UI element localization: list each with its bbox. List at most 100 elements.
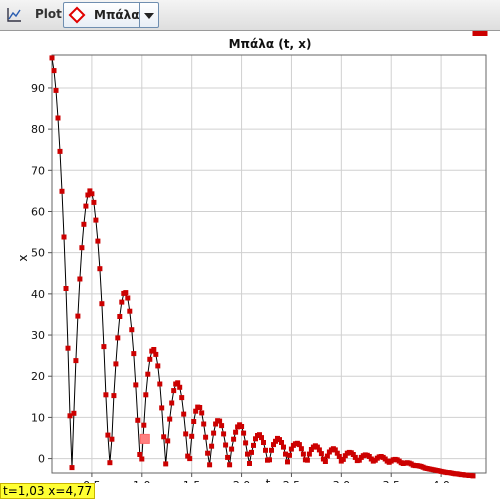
data-point[interactable] <box>177 384 183 390</box>
data-point[interactable] <box>157 381 163 387</box>
data-point[interactable] <box>91 199 97 205</box>
data-point[interactable] <box>306 451 312 457</box>
data-point[interactable] <box>470 473 476 479</box>
data-point[interactable] <box>191 419 197 424</box>
data-point[interactable] <box>139 456 145 462</box>
data-point[interactable] <box>119 299 125 305</box>
data-point[interactable] <box>181 411 187 417</box>
data-point[interactable] <box>113 361 119 367</box>
data-point[interactable] <box>77 276 83 282</box>
data-point[interactable] <box>233 429 239 435</box>
data-point[interactable] <box>153 351 159 357</box>
data-point[interactable] <box>57 148 63 154</box>
data-point[interactable] <box>59 188 65 194</box>
data-point[interactable] <box>95 238 101 244</box>
data-point[interactable] <box>89 191 95 197</box>
data-point[interactable] <box>125 295 131 301</box>
data-point[interactable] <box>111 393 117 399</box>
data-point[interactable] <box>243 440 249 446</box>
data-point[interactable] <box>55 115 61 121</box>
data-point[interactable] <box>175 380 181 386</box>
data-point[interactable] <box>267 457 272 463</box>
chart-axes-icon[interactable] <box>6 7 22 23</box>
data-point[interactable] <box>304 457 310 463</box>
data-point[interactable] <box>322 459 328 464</box>
data-point[interactable] <box>217 418 223 424</box>
data-point[interactable] <box>117 314 123 319</box>
data-point[interactable] <box>83 203 89 209</box>
data-point[interactable] <box>239 424 245 429</box>
chart[interactable]: Μπάλα (t, x) 0,51,01,52,02,53,03,54,0 01… <box>0 31 500 483</box>
data-point[interactable] <box>143 392 149 398</box>
data-point[interactable] <box>259 435 264 441</box>
data-point[interactable] <box>211 430 217 436</box>
data-point[interactable] <box>51 68 57 74</box>
data-point[interactable] <box>167 416 173 422</box>
data-point[interactable] <box>287 452 292 458</box>
data-point[interactable] <box>231 436 237 442</box>
chevron-down-icon[interactable] <box>139 3 158 27</box>
data-point[interactable] <box>171 388 177 394</box>
data-point[interactable] <box>127 308 133 314</box>
data-point[interactable] <box>61 234 67 240</box>
data-point[interactable] <box>159 405 165 411</box>
data-point[interactable] <box>197 405 203 410</box>
data-point[interactable] <box>49 55 55 61</box>
data-point[interactable] <box>251 442 256 448</box>
data-point[interactable] <box>209 443 215 449</box>
data-point[interactable] <box>225 454 231 460</box>
data-point[interactable] <box>129 327 135 333</box>
data-point[interactable] <box>247 461 252 466</box>
data-point[interactable] <box>81 221 87 227</box>
data-point[interactable] <box>169 400 175 406</box>
data-point[interactable] <box>107 460 113 466</box>
data-point[interactable] <box>109 436 115 442</box>
data-point[interactable] <box>263 447 268 453</box>
data-point[interactable] <box>285 459 290 465</box>
data-point[interactable] <box>141 422 147 428</box>
data-point[interactable] <box>123 290 129 296</box>
data-point[interactable] <box>281 444 286 450</box>
data-point[interactable] <box>73 358 79 364</box>
data-point[interactable] <box>318 451 324 457</box>
data-point[interactable] <box>183 431 189 437</box>
data-point[interactable] <box>223 442 229 448</box>
data-point[interactable] <box>199 410 205 416</box>
data-point[interactable] <box>135 417 141 423</box>
data-point[interactable] <box>69 465 75 471</box>
data-point[interactable] <box>241 430 247 436</box>
data-point[interactable] <box>115 335 121 341</box>
data-point[interactable] <box>99 301 105 307</box>
data-point[interactable] <box>71 410 77 416</box>
data-point[interactable] <box>151 347 157 352</box>
data-point[interactable] <box>63 286 69 291</box>
data-point[interactable] <box>203 434 209 440</box>
data-point[interactable] <box>300 451 306 457</box>
data-point[interactable] <box>219 423 225 429</box>
data-point[interactable] <box>298 446 304 452</box>
data-point[interactable] <box>189 433 195 439</box>
data-point[interactable] <box>145 371 151 377</box>
data-point[interactable] <box>97 266 103 272</box>
data-point[interactable] <box>249 449 254 455</box>
data-point[interactable] <box>131 351 137 357</box>
data-point[interactable] <box>53 87 59 93</box>
data-point[interactable] <box>229 446 235 452</box>
data-point[interactable] <box>187 456 193 462</box>
data-point[interactable] <box>205 450 211 456</box>
data-point[interactable] <box>201 421 207 427</box>
data-point[interactable] <box>261 440 266 445</box>
data-point[interactable] <box>79 245 85 251</box>
data-point[interactable] <box>227 462 233 468</box>
series-select[interactable]: Μπάλα <box>63 2 159 28</box>
data-point[interactable] <box>207 462 213 468</box>
data-point[interactable] <box>482 31 488 36</box>
data-point[interactable] <box>75 313 81 319</box>
data-point[interactable] <box>93 217 99 223</box>
data-point[interactable] <box>101 344 107 350</box>
data-point[interactable] <box>147 356 153 362</box>
data-point[interactable] <box>269 447 274 453</box>
data-point[interactable] <box>133 382 139 388</box>
data-point[interactable] <box>279 440 284 445</box>
data-point[interactable] <box>155 363 161 369</box>
